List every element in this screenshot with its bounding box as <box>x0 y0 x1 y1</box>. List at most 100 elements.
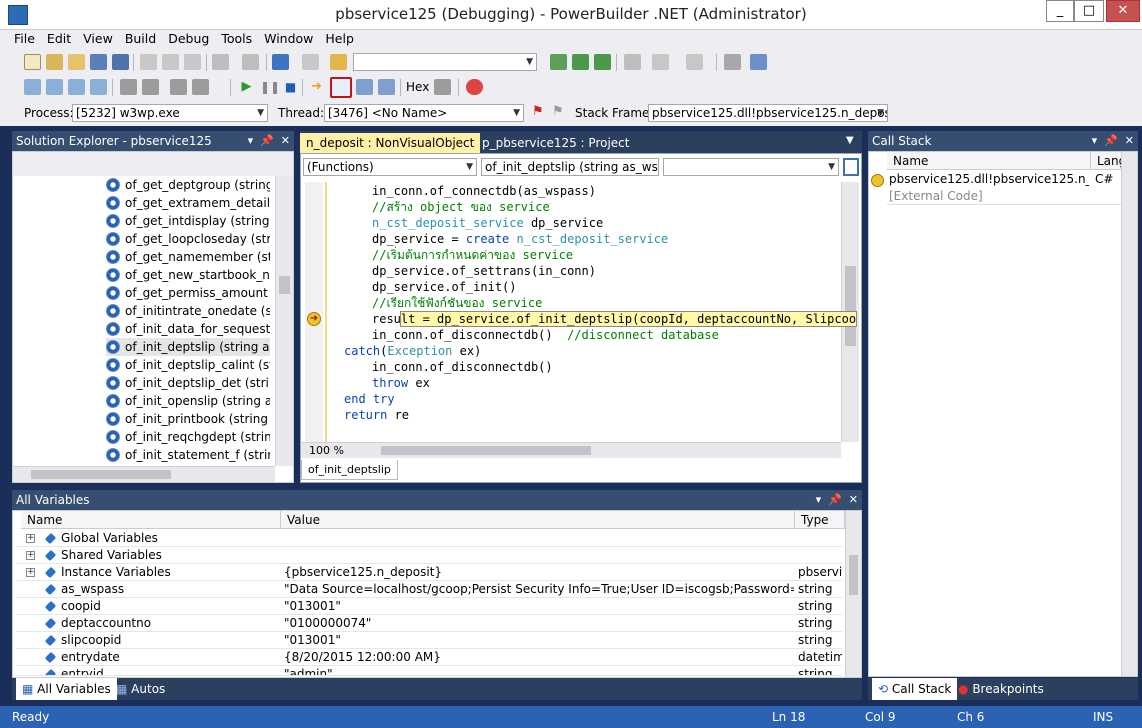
minimize-button[interactable]: _ <box>1046 0 1074 22</box>
solution-explorer-item[interactable]: of_init_deptslip_calint (str <box>106 356 270 374</box>
tab-autos[interactable]: ▦ Autos <box>110 678 171 700</box>
menu-tools[interactable]: Tools <box>215 30 258 47</box>
add-item-icon[interactable] <box>46 54 63 70</box>
variables-vscroll[interactable] <box>845 511 861 677</box>
close-button[interactable]: ✕ <box>1106 0 1140 22</box>
format-icon[interactable] <box>90 79 107 95</box>
deploy-icon[interactable] <box>572 54 589 70</box>
watch-icon[interactable] <box>46 79 63 95</box>
outdent-icon[interactable] <box>142 79 159 95</box>
tab-n-deposit[interactable]: n_deposit : NonVisualObject <box>300 133 481 153</box>
solution-explorer-item[interactable]: of_init_deptslip_det (string <box>106 374 270 392</box>
paste-icon[interactable] <box>184 54 201 70</box>
code-line[interactable]: dp_service = create n_cst_deposit_servic… <box>372 231 668 247</box>
split-window-icon[interactable] <box>843 158 859 176</box>
expand-icon[interactable]: + <box>26 568 35 577</box>
settings-icon[interactable] <box>652 54 669 70</box>
code-line[interactable]: result = dp_service.of_init_deptslip(coo… <box>372 311 858 327</box>
open-folder-icon[interactable] <box>68 54 85 70</box>
expand-icon[interactable]: + <box>26 534 35 543</box>
save-all-icon[interactable] <box>112 54 129 70</box>
search-combo[interactable]: ▼ <box>353 53 537 71</box>
solution-explorer-item[interactable]: of_get_loopcloseday (strir <box>106 230 270 248</box>
solution-explorer-item[interactable]: of_initintrate_onedate (str <box>106 302 270 320</box>
process-combo[interactable]: [5232] w3wp.exe ▼ <box>72 104 268 122</box>
undo-icon[interactable] <box>212 54 229 70</box>
database-icon[interactable] <box>724 54 741 70</box>
col-lang[interactable]: Lang <box>1091 152 1126 170</box>
pause-icon[interactable]: ❚❚ <box>260 79 280 95</box>
tab-project[interactable]: p_pbservice125 : Project <box>476 133 635 153</box>
solution-explorer-item[interactable]: of_get_namemember (stri <box>106 248 270 266</box>
tab-all-variables[interactable]: ▦ All Variables <box>16 678 117 700</box>
copy-icon[interactable] <box>162 54 179 70</box>
call-stack-row[interactable]: [External Code] <box>889 189 983 203</box>
solution-explorer-item[interactable]: of_get_new_startbook_no <box>106 266 270 284</box>
code-line[interactable]: in_conn.of_disconnectdb() <box>372 359 553 375</box>
stop-icon[interactable]: ■ <box>282 79 299 95</box>
cut-icon[interactable] <box>140 54 157 70</box>
col-name[interactable]: Name <box>887 152 1091 170</box>
secondary-combo[interactable]: ▼ <box>663 158 839 176</box>
tab-dropdown-icon[interactable]: ▼ <box>846 135 854 146</box>
solution-explorer-item[interactable]: of_init_reqchgdept (string <box>106 428 270 446</box>
menu-edit[interactable]: Edit <box>41 30 77 47</box>
variable-row[interactable]: entryid "admin" string <box>16 666 842 676</box>
solution-explorer-item[interactable]: of_init_printbook (string a <box>106 410 270 428</box>
flag-all-icon[interactable]: ⚑ <box>552 104 569 120</box>
find-icon[interactable] <box>302 54 319 70</box>
hex-display-icon[interactable] <box>434 79 451 95</box>
solution-explorer-item[interactable]: of_init_deptslip (string as_ <box>106 338 270 356</box>
window-icon[interactable] <box>750 54 767 70</box>
tab-breakpoints[interactable]: ● Breakpoints <box>952 678 1050 700</box>
continue-icon[interactable]: ▶ <box>238 79 255 95</box>
code-line[interactable]: //สร้าง object ของ service <box>372 199 550 215</box>
pane-buttons[interactable]: ▾ 📌 ✕ <box>816 490 858 510</box>
thread-combo[interactable]: [3476] <No Name> ▼ <box>324 104 524 122</box>
solution-explorer-item[interactable]: of_init_statement_f (string <box>106 446 270 464</box>
menu-file[interactable]: File <box>8 30 41 47</box>
code-line[interactable]: catch(Exception ex) <box>344 343 481 359</box>
flag-icon[interactable]: ⚑ <box>532 104 549 120</box>
solution-explorer-item[interactable]: of_get_intdisplay (string a <box>106 212 270 230</box>
maximize-button[interactable]: □ <box>1074 0 1104 22</box>
solution-explorer-item[interactable]: of_init_data_for_sequest ( <box>106 320 270 338</box>
expand-icon[interactable]: + <box>26 551 35 560</box>
code-line[interactable]: //เริ่มต้นการกำหนดค่าของ service <box>372 247 573 263</box>
variable-row[interactable]: + Shared Variables <box>16 547 842 564</box>
solution-explorer-hscroll[interactable] <box>13 466 275 482</box>
code-line[interactable]: //เรียกใช้ฟังก์ชันของ service <box>372 295 542 311</box>
solution-explorer-vscroll[interactable] <box>275 176 293 466</box>
solution-explorer-item[interactable]: of_get_permiss_amount (s <box>106 284 270 302</box>
col-var-name[interactable]: Name <box>21 511 281 529</box>
menu-view[interactable]: View <box>77 30 119 47</box>
new-file-icon[interactable] <box>24 54 41 70</box>
pane-buttons[interactable]: ▾ 📌 ✕ <box>1092 131 1134 151</box>
variable-row[interactable]: coopid "013001" string <box>16 598 842 615</box>
call-stack-vscroll[interactable] <box>1121 152 1137 676</box>
col-var-value[interactable]: Value <box>281 511 795 529</box>
variable-row[interactable]: + Instance Variables {pbservice125.n_depos… <box>16 564 842 581</box>
code-line[interactable]: end try <box>344 391 395 407</box>
search-files-icon[interactable] <box>330 54 347 70</box>
breakpoint-icon[interactable] <box>466 79 483 95</box>
locals-icon[interactable] <box>68 79 85 95</box>
editor-hscroll[interactable]: 100 % <box>301 442 841 458</box>
menu-build[interactable]: Build <box>119 30 162 47</box>
solution-explorer-item[interactable]: of_get_extramem_detail (s <box>106 194 270 212</box>
menu-help[interactable]: Help <box>319 30 360 47</box>
redo-icon[interactable] <box>242 54 259 70</box>
code-line[interactable]: throw ex <box>372 375 430 391</box>
step-out-icon[interactable] <box>378 79 395 95</box>
code-line[interactable]: return re <box>344 407 409 423</box>
tab-call-stack[interactable]: ⟲ Call Stack <box>872 678 958 700</box>
build-icon[interactable] <box>550 54 567 70</box>
options-icon[interactable] <box>624 54 641 70</box>
pane-buttons[interactable]: ▾ 📌 ✕ <box>248 131 290 151</box>
solution-explorer-item[interactable]: of_get_deptgroup (string <box>106 176 270 194</box>
variable-row[interactable]: deptaccountno "0100000074" string <box>16 615 842 632</box>
zoom-level[interactable]: 100 % <box>309 444 344 457</box>
step-into-icon[interactable] <box>330 77 352 98</box>
variable-row[interactable]: as_wspass "Data Source=localhost/gcoop;Pe… <box>16 581 842 598</box>
navigate-icon[interactable] <box>272 54 289 70</box>
